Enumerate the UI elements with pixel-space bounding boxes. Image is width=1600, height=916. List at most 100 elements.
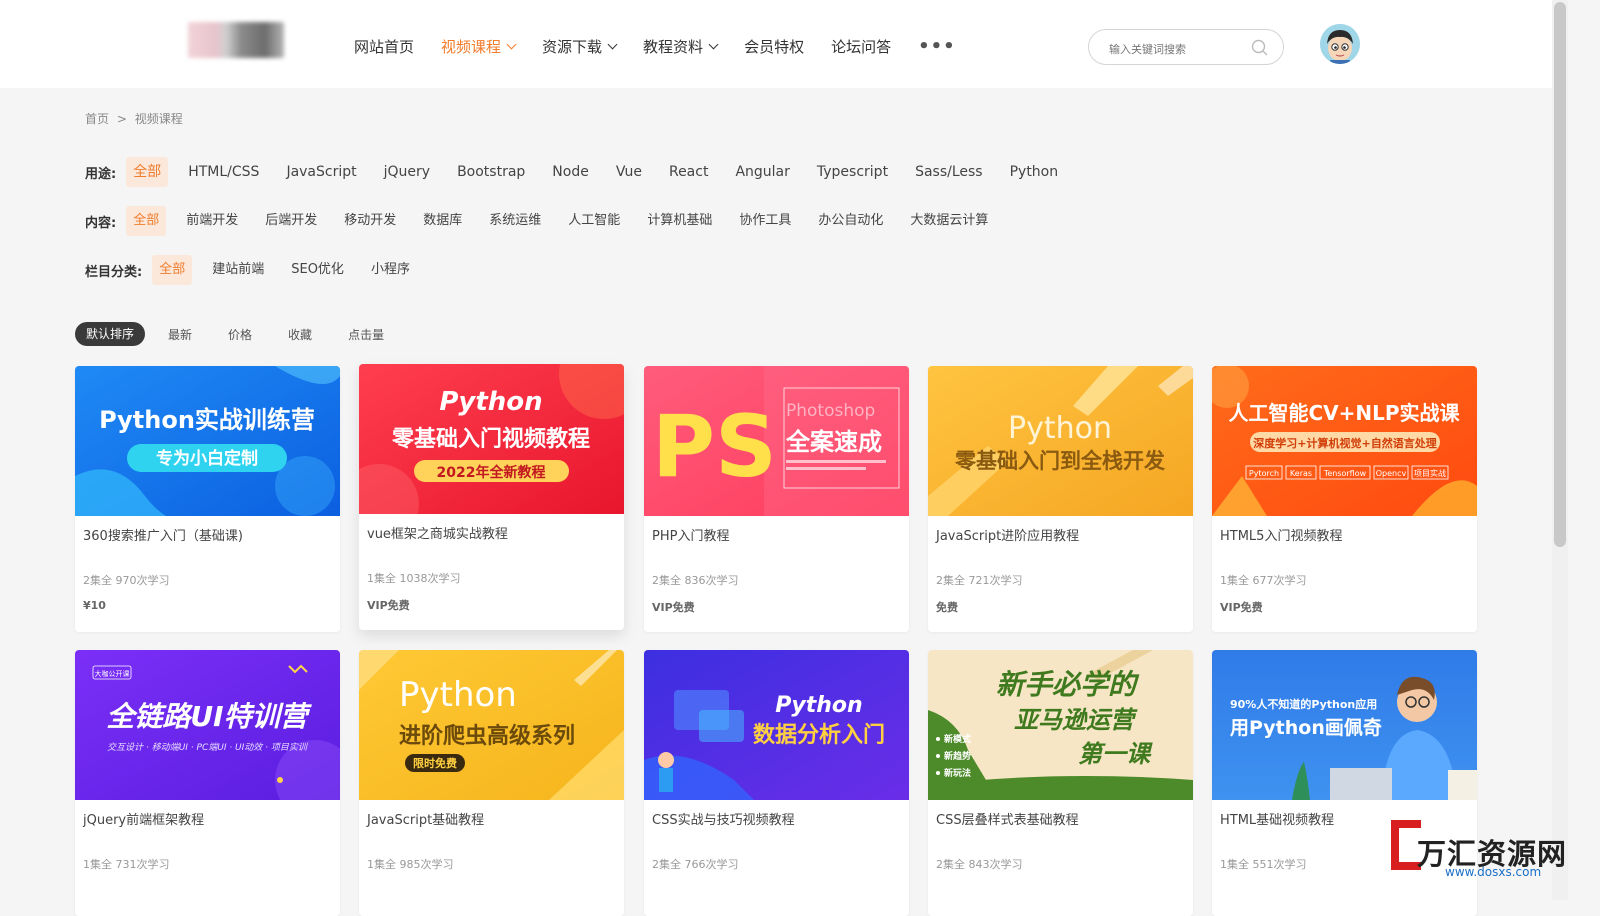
filter-chip[interactable]: 前端开发 [179, 206, 245, 236]
nav-tutorials[interactable]: 教程资料 [643, 34, 719, 58]
vertical-scrollbar[interactable] [1552, 0, 1568, 900]
course-meta: 1集全 1038次学习 [367, 572, 461, 585]
filter-chip[interactable]: 计算机基础 [640, 206, 719, 236]
filter-chip[interactable]: Typescript [810, 157, 895, 187]
filter-chip[interactable]: 大数据云计算 [903, 206, 995, 236]
course-meta: 2集全 721次学习 [936, 574, 1023, 587]
course-thumbnail[interactable]: 新手必学的 亚马逊运营 第一课 新模式 新趋势 新玩法 [928, 650, 1193, 800]
nav-vip[interactable]: 会员特权 [744, 34, 804, 58]
course-card[interactable]: Python 进阶爬虫高级系列 限时免费 JavaScript基础教程 1集全 … [359, 650, 624, 916]
nav-forum[interactable]: 论坛问答 [831, 34, 891, 58]
nav-resource-download[interactable]: 资源下载 [542, 34, 618, 58]
nav-home[interactable]: 网站首页 [354, 34, 414, 58]
course-title[interactable]: CSS实战与技巧视频教程 [652, 809, 795, 828]
filter-chip[interactable]: HTML/CSS [181, 157, 266, 187]
course-card[interactable]: Python 零基础入门视频教程 2022年全新教程 vue框架之商城实战教程 … [359, 364, 624, 630]
sort-clicks[interactable]: 点击量 [348, 326, 384, 343]
filter-chip-all[interactable]: 全部 [126, 157, 169, 187]
filter-label: 内容: [85, 215, 117, 231]
search-input[interactable] [1107, 38, 1251, 60]
course-card[interactable]: Python实战训练营 专为小白定制 360搜索推广入门（基础课) 2集全 97… [75, 366, 340, 632]
site-logo[interactable] [188, 22, 284, 58]
nav-label: 资源下载 [542, 37, 603, 56]
filter-chip[interactable]: Angular [728, 157, 796, 187]
course-card[interactable]: Python 数据分析入门 CSS实战与技巧视频教程 2集全 766次学习 [644, 650, 909, 916]
breadcrumb-current: 视频课程 [134, 112, 183, 126]
banner-subtitle: 零基础入门到全栈开发 [954, 449, 1166, 473]
course-title[interactable]: vue框架之商城实战教程 [367, 523, 508, 542]
filter-chip[interactable]: 建站前端 [205, 255, 271, 285]
banner-subtitle: 交互设计 · 移动端UI · PC端UI · UI动效 · 项目实训 [107, 742, 309, 753]
sort-favorites[interactable]: 收藏 [288, 326, 312, 343]
course-thumbnail[interactable]: Python 零基础入门视频教程 2022年全新教程 [359, 364, 624, 514]
banner-pill: 深度学习+计算机视觉+自然语言处理 [1253, 436, 1436, 450]
filter-chip[interactable]: 后端开发 [258, 206, 324, 236]
course-card[interactable]: Python 零基础入门到全栈开发 JavaScript进阶应用教程 2集全 7… [928, 366, 1193, 632]
filter-chip[interactable]: jQuery [377, 157, 437, 187]
course-title[interactable]: HTML基础视频教程 [1220, 809, 1334, 828]
banner-title: 人工智能CV+NLP实战课 [1228, 401, 1460, 425]
nav-label: 会员特权 [744, 37, 805, 56]
nav-label: 论坛问答 [831, 37, 892, 56]
filter-chip[interactable]: 人工智能 [561, 206, 627, 236]
course-card[interactable]: PS Photoshop 全案速成 PHP入门教程 2集全 836次学习 VIP… [644, 366, 909, 632]
more-menu-icon[interactable]: ••• [918, 34, 956, 58]
course-thumbnail[interactable]: Python 进阶爬虫高级系列 限时免费 [359, 650, 624, 800]
filter-chip[interactable]: 数据库 [416, 206, 469, 236]
course-title[interactable]: PHP入门教程 [652, 525, 729, 544]
course-title[interactable]: JavaScript进阶应用教程 [936, 525, 1079, 544]
filter-chip[interactable]: 协作工具 [732, 206, 798, 236]
course-title[interactable]: 360搜索推广入门（基础课) [83, 525, 243, 544]
chevron-down-icon [607, 39, 618, 49]
sort-price[interactable]: 价格 [228, 326, 252, 343]
course-price: VIP免费 [1220, 601, 1263, 614]
top-header: 网站首页 视频课程 资源下载 教程资料 会员特权 论坛问答 ••• [0, 0, 1568, 88]
banner-tag: Tensorflow [1323, 469, 1367, 478]
filter-chip[interactable]: 办公自动化 [811, 206, 890, 236]
course-title[interactable]: HTML5入门视频教程 [1220, 525, 1342, 544]
course-thumbnail[interactable]: 90%人不知道的Python应用 用Python画佩奇 [1212, 650, 1477, 800]
scrollbar-thumb[interactable] [1554, 2, 1566, 547]
filter-chip[interactable]: 小程序 [364, 255, 417, 285]
nav-video-courses[interactable]: 视频课程 [441, 34, 517, 58]
filter-chip-all[interactable]: 全部 [126, 206, 167, 236]
filter-chip[interactable]: Node [545, 157, 596, 187]
filter-chip-all[interactable]: 全部 [152, 255, 193, 285]
course-card[interactable]: 人工智能CV+NLP实战课 深度学习+计算机视觉+自然语言处理 Pytorch … [1212, 366, 1477, 632]
course-thumbnail[interactable]: Python实战训练营 专为小白定制 [75, 366, 340, 516]
banner-bullet: 新玩法 [944, 767, 971, 779]
search-icon[interactable] [1251, 39, 1269, 57]
filter-chip[interactable]: Vue [609, 157, 649, 187]
filter-chip[interactable]: Python [1003, 157, 1066, 187]
banner-badge: 大咖公开课 [95, 669, 130, 678]
filter-chip[interactable]: 移动开发 [337, 206, 403, 236]
course-title[interactable]: CSS层叠样式表基础教程 [936, 809, 1079, 828]
banner-tag: Opencv [1376, 469, 1407, 478]
nav-label: 视频课程 [441, 37, 502, 56]
course-title[interactable]: jQuery前端框架教程 [83, 809, 204, 828]
filter-chip[interactable]: Sass/Less [908, 157, 990, 187]
avatar[interactable] [1320, 24, 1360, 64]
sort-newest[interactable]: 最新 [168, 326, 192, 343]
course-price: VIP免费 [367, 599, 410, 612]
course-thumbnail[interactable]: PS Photoshop 全案速成 [644, 366, 909, 516]
course-thumbnail[interactable]: 人工智能CV+NLP实战课 深度学习+计算机视觉+自然语言处理 Pytorch … [1212, 366, 1477, 516]
filter-chip[interactable]: Bootstrap [450, 157, 532, 187]
course-thumbnail[interactable]: 大咖公开课 全链路UI特训营 交互设计 · 移动端UI · PC端UI · UI… [75, 650, 340, 800]
banner-subtitle: 第一课 [1078, 740, 1153, 768]
banner-subtitle: 零基础入门视频教程 [391, 426, 590, 452]
course-thumbnail[interactable]: Python 零基础入门到全栈开发 [928, 366, 1193, 516]
sort-bar: 默认排序 最新 价格 收藏 点击量 [75, 322, 420, 346]
filter-row-category: 栏目分类: 全部 建站前端 SEO优化 小程序 [85, 255, 430, 285]
banner-tag: 项目实战 [1414, 468, 1446, 478]
filter-chip[interactable]: React [662, 157, 715, 187]
filter-chip[interactable]: JavaScript [279, 157, 363, 187]
sort-default[interactable]: 默认排序 [75, 322, 146, 346]
course-card[interactable]: 新手必学的 亚马逊运营 第一课 新模式 新趋势 新玩法 CSS层叠样式表基础教程… [928, 650, 1193, 916]
filter-chip[interactable]: 系统运维 [482, 206, 548, 236]
course-thumbnail[interactable]: Python 数据分析入门 [644, 650, 909, 800]
course-card[interactable]: 大咖公开课 全链路UI特训营 交互设计 · 移动端UI · PC端UI · UI… [75, 650, 340, 916]
filter-chip[interactable]: SEO优化 [284, 255, 351, 285]
breadcrumb-home[interactable]: 首页 [85, 112, 109, 126]
course-title[interactable]: JavaScript基础教程 [367, 809, 484, 828]
